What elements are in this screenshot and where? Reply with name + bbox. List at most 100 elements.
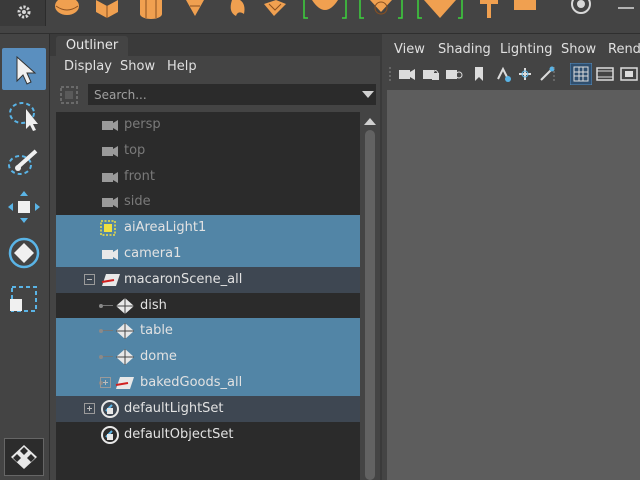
viewport-panel: View Shading Lighting Show Rende xyxy=(380,34,640,480)
tree-row-label: aiAreaLight1 xyxy=(124,220,207,236)
tree-row-label: bakedGoods_all xyxy=(140,375,243,390)
group-set-icon xyxy=(101,273,120,286)
soccer-ball-icon[interactable] xyxy=(300,0,350,22)
mesh-icon xyxy=(116,323,134,340)
select-camera-icon[interactable] xyxy=(398,65,416,83)
menu-renderer[interactable]: Rende xyxy=(608,42,640,57)
expand-toggle[interactable] xyxy=(100,377,111,388)
tree-row-label: dome xyxy=(140,349,177,365)
camera-icon xyxy=(102,249,118,260)
tree-row-bakedgoods-all[interactable]: bakedGoods_all xyxy=(56,370,360,396)
bookmark-icon[interactable] xyxy=(470,65,488,83)
search-filter-icon[interactable] xyxy=(58,84,80,106)
rotate-icon xyxy=(8,237,40,269)
scroll-up-arrow-icon[interactable] xyxy=(364,118,376,125)
mesh-icon xyxy=(116,297,134,314)
rotate-tool[interactable] xyxy=(2,232,46,274)
search-options-arrow-icon[interactable] xyxy=(362,91,374,98)
menu-help[interactable]: Help xyxy=(167,59,197,74)
menu-show-viewport[interactable]: Show xyxy=(561,42,596,57)
film-gate-icon[interactable] xyxy=(596,65,614,83)
helix-icon[interactable] xyxy=(356,0,406,22)
outliner-search-input[interactable] xyxy=(88,84,376,105)
menu-view[interactable]: View xyxy=(394,42,425,57)
tree-row-defaultlightset[interactable]: defaultLightSet xyxy=(56,395,360,422)
light-icon[interactable] xyxy=(566,0,596,22)
text-icon[interactable] xyxy=(474,0,504,22)
tree-row-label: camera1 xyxy=(124,246,182,261)
tree-connector-line xyxy=(103,356,113,358)
image-plane-icon[interactable] xyxy=(494,65,512,83)
lasso-tool[interactable] xyxy=(2,94,46,136)
toolbox xyxy=(0,34,50,480)
tree-row-aiarealight1[interactable]: aiAreaLight1 xyxy=(56,215,360,241)
gear-icon xyxy=(17,5,31,19)
viewport-menu-bar: View Shading Lighting Show Rende xyxy=(382,38,640,60)
sphere-icon[interactable] xyxy=(52,0,82,22)
scale-icon xyxy=(10,286,37,312)
tree-row-macaronscene-all[interactable]: macaronScene_all xyxy=(56,266,360,293)
tree-row-camera1[interactable]: camera1 xyxy=(56,241,360,267)
tree-row-label: front xyxy=(124,168,155,184)
tree-row-dome[interactable]: dome xyxy=(56,344,360,370)
menu-show[interactable]: Show xyxy=(120,59,155,74)
tree-row-label: defaultObjectSet xyxy=(124,426,234,442)
outliner-tree: persp top front side aiAreaLight1 camera… xyxy=(56,112,360,480)
shelf-overflow-icon[interactable] xyxy=(614,0,640,22)
manipulator-icon xyxy=(11,445,37,469)
camera-icon xyxy=(102,171,118,183)
collapse-toggle[interactable] xyxy=(84,273,95,285)
tree-row-side[interactable]: side xyxy=(56,189,360,215)
outliner-search-row xyxy=(56,82,380,108)
tree-row-label: defaultLightSet xyxy=(124,400,224,416)
tree-connector-line xyxy=(103,304,113,306)
tree-row-persp[interactable]: persp xyxy=(56,112,360,138)
select-tool[interactable] xyxy=(2,48,46,90)
lock-camera-icon[interactable] xyxy=(422,65,440,83)
outliner-tab-bar: Outliner xyxy=(50,34,380,56)
scale-tool[interactable] xyxy=(2,278,46,320)
menu-lighting[interactable]: Lighting xyxy=(500,42,553,57)
tree-row-label: side xyxy=(124,194,151,210)
torus-icon[interactable] xyxy=(224,0,254,22)
tree-row-top[interactable]: top xyxy=(56,138,360,164)
tree-row-front[interactable]: front xyxy=(56,164,360,190)
camera-icon xyxy=(102,145,118,157)
cone-icon[interactable] xyxy=(180,0,210,22)
resolution-gate-icon[interactable] xyxy=(620,65,638,83)
menu-display[interactable]: Display xyxy=(64,59,112,74)
paint-select-tool[interactable] xyxy=(2,140,46,182)
outliner-tab[interactable]: Outliner xyxy=(56,36,128,56)
tree-row-label: dish xyxy=(140,297,167,313)
object-set-icon xyxy=(101,425,119,444)
tree-row-table[interactable]: table xyxy=(56,318,360,345)
prism-icon[interactable] xyxy=(510,0,540,22)
cylinder-icon[interactable] xyxy=(136,0,166,22)
toolbar-separator-icon xyxy=(553,67,555,81)
cube-icon[interactable] xyxy=(92,0,122,22)
tree-row-dish[interactable]: dish xyxy=(56,293,360,319)
expand-toggle[interactable] xyxy=(84,402,95,414)
3d-viewport[interactable] xyxy=(387,90,640,480)
scrollbar-thumb[interactable] xyxy=(365,130,375,480)
tree-row-label: top xyxy=(124,142,146,158)
area-light-icon xyxy=(100,220,116,236)
camera-icon xyxy=(102,120,118,131)
grease-pencil-icon[interactable] xyxy=(516,65,534,83)
tree-row-label: table xyxy=(140,323,173,339)
outliner-menu-bar: Display Show Help xyxy=(56,56,380,80)
menu-shading[interactable]: Shading xyxy=(438,42,491,57)
plane-icon[interactable] xyxy=(260,0,290,22)
pipe-icon[interactable] xyxy=(414,0,466,22)
toolbar-grip-icon xyxy=(389,67,391,81)
show-manipulator-tool[interactable] xyxy=(4,438,44,476)
move-tool[interactable] xyxy=(2,186,46,228)
object-set-icon xyxy=(101,399,119,418)
group-set-icon xyxy=(115,377,134,389)
tree-row-defaultobjectset[interactable]: defaultObjectSet xyxy=(56,422,360,448)
outliner-scrollbar[interactable] xyxy=(360,112,380,480)
brush-icon xyxy=(8,149,38,175)
grid-icon[interactable] xyxy=(570,63,592,85)
shelf-settings-button[interactable] xyxy=(0,0,46,26)
camera-attributes-icon[interactable] xyxy=(445,65,463,83)
